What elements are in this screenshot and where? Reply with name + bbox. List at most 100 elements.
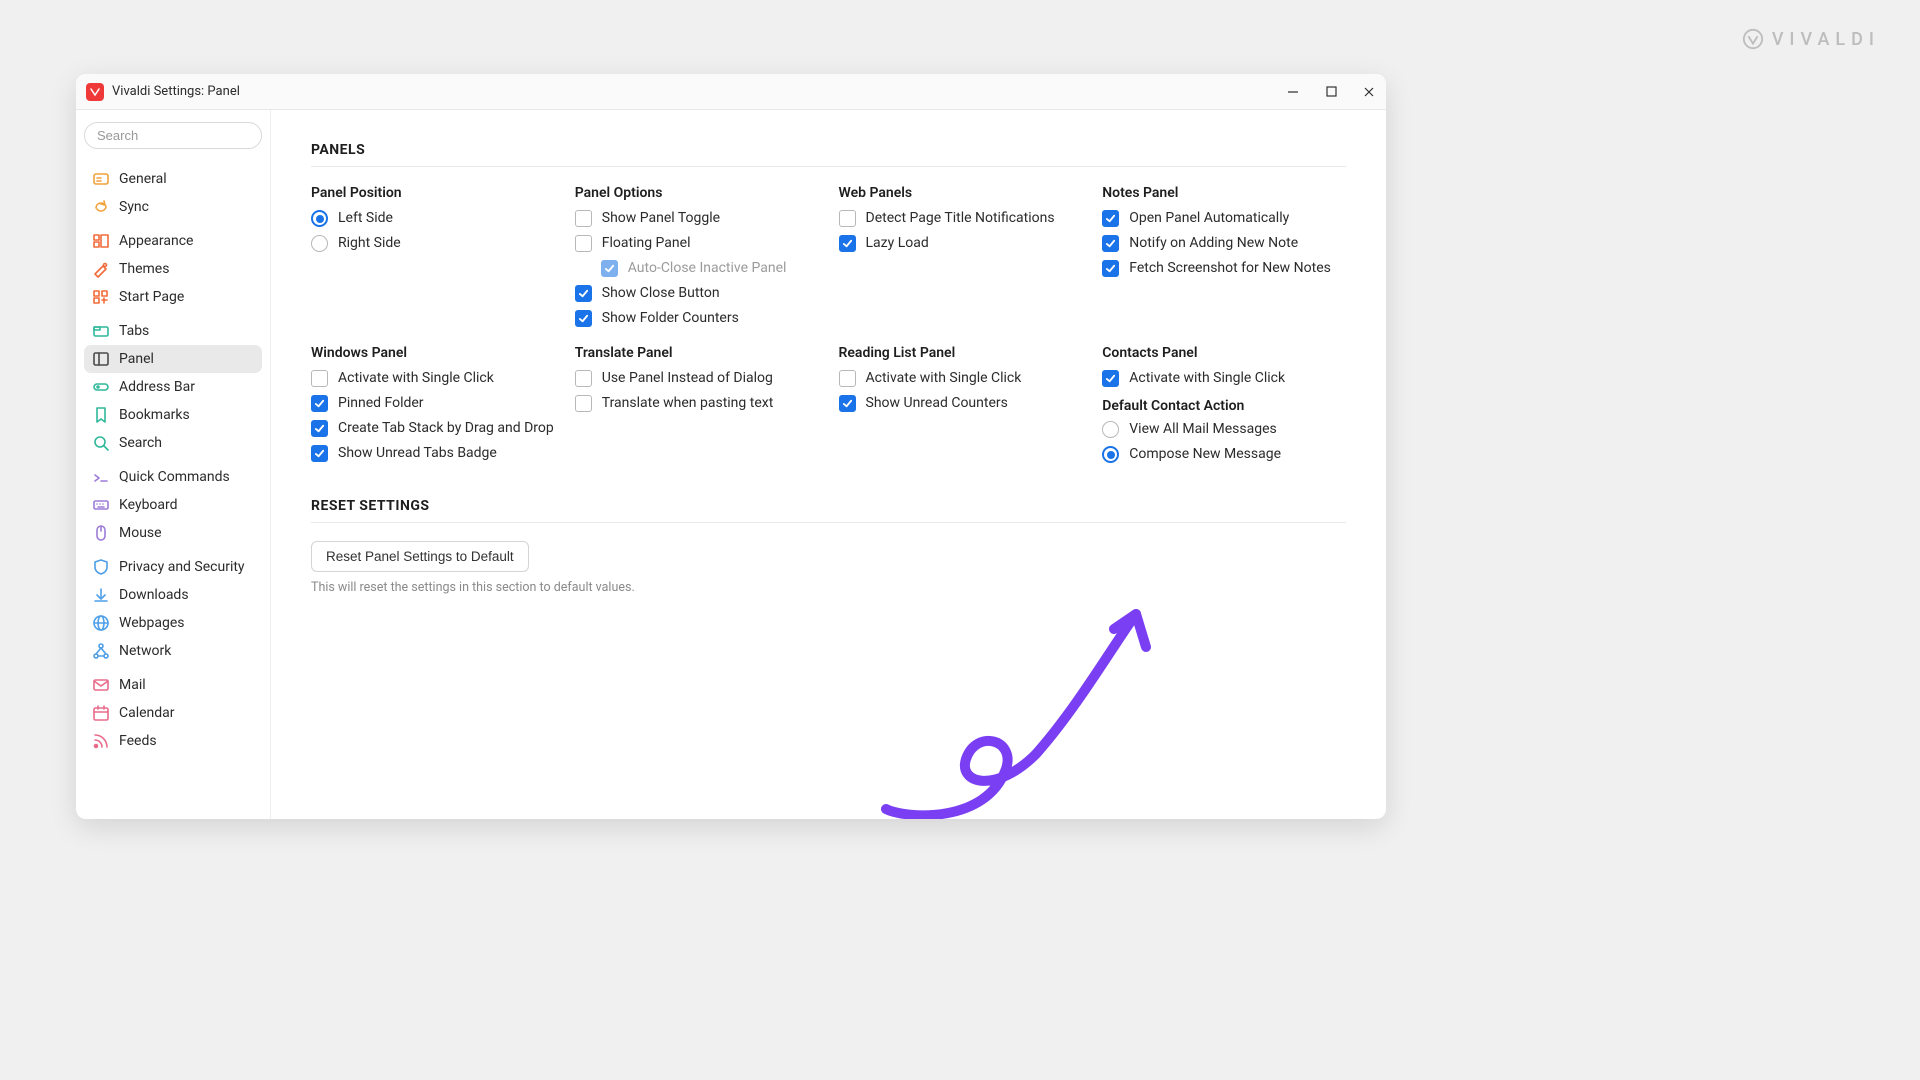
radio[interactable]	[311, 235, 328, 252]
checkbox[interactable]	[839, 235, 856, 252]
checkbox[interactable]	[311, 420, 328, 437]
option-label: Open Panel Automatically	[1129, 209, 1289, 228]
option-label: Pinned Folder	[338, 394, 424, 413]
close-button[interactable]	[1362, 85, 1376, 99]
panel-options-option: Auto-Close Inactive Panel	[601, 259, 819, 278]
radio[interactable]	[1102, 421, 1119, 438]
checkbox[interactable]	[575, 235, 592, 252]
checkbox[interactable]	[1102, 210, 1119, 227]
settings-window: Vivaldi Settings: Panel General Sync Appea…	[76, 74, 1386, 819]
mouse-icon	[92, 524, 110, 542]
downloads-icon	[92, 586, 110, 604]
checkbox[interactable]	[1102, 235, 1119, 252]
checkbox[interactable]	[575, 285, 592, 302]
group-notes-panel: Notes Panel Open Panel AutomaticallyNoti…	[1102, 185, 1346, 333]
radio[interactable]	[311, 210, 328, 227]
group-web-panels: Web Panels Detect Page Title Notificatio…	[839, 185, 1083, 333]
sidebar-item-downloads[interactable]: Downloads	[84, 581, 262, 609]
option-label: Notify on Adding New Note	[1129, 234, 1298, 253]
minimize-button[interactable]	[1286, 85, 1300, 99]
quickcmd-icon	[92, 468, 110, 486]
privacy-icon	[92, 558, 110, 576]
checkbox[interactable]	[311, 370, 328, 387]
sidebar-item-network[interactable]: Network	[84, 637, 262, 665]
maximize-button[interactable]	[1324, 85, 1338, 99]
group-contacts-panel: Contacts Panel Activate with Single Clic…	[1102, 345, 1346, 470]
windows-panel-option: Create Tab Stack by Drag and Drop	[311, 419, 555, 438]
web-panels-option: Lazy Load	[839, 234, 1083, 253]
panel-icon	[92, 350, 110, 368]
windows-panel-option: Show Unread Tabs Badge	[311, 444, 555, 463]
sidebar-item-label: Network	[119, 643, 171, 659]
sidebar-item-webpages[interactable]: Webpages	[84, 609, 262, 637]
reading-list-panel-option: Activate with Single Click	[839, 369, 1083, 388]
sync-icon	[92, 198, 110, 216]
option-label: Activate with Single Click	[866, 369, 1022, 388]
panel-options-option: Show Panel Toggle	[575, 209, 819, 228]
calendar-icon	[92, 704, 110, 722]
sidebar-item-label: Mouse	[119, 525, 162, 541]
sidebar-item-label: Privacy and Security	[119, 559, 245, 575]
checkbox[interactable]	[839, 395, 856, 412]
option-label: Use Panel Instead of Dialog	[602, 369, 773, 388]
checkbox[interactable]	[839, 370, 856, 387]
group-translate-panel: Translate Panel Use Panel Instead of Dia…	[575, 345, 819, 470]
panel-position-option: Right Side	[311, 234, 555, 253]
default-contact-action-option: View All Mail Messages	[1102, 420, 1346, 439]
group-reading-list-panel: Reading List Panel Activate with Single …	[839, 345, 1083, 470]
sidebar-item-quick-commands[interactable]: Quick Commands	[84, 463, 262, 491]
sidebar-item-sync[interactable]: Sync	[84, 193, 262, 221]
option-label: Floating Panel	[602, 234, 691, 253]
sidebar-item-label: Mail	[119, 677, 146, 693]
checkbox[interactable]	[575, 310, 592, 327]
checkbox[interactable]	[839, 210, 856, 227]
checkbox[interactable]	[311, 395, 328, 412]
sidebar-item-keyboard[interactable]: Keyboard	[84, 491, 262, 519]
mail-icon	[92, 676, 110, 694]
sidebar-item-label: Panel	[119, 351, 154, 367]
sidebar-item-search[interactable]: Search	[84, 429, 262, 457]
section-title-panels: PANELS	[311, 142, 1346, 158]
search-input[interactable]	[84, 122, 262, 149]
sidebar-item-start-page[interactable]: Start Page	[84, 283, 262, 311]
sidebar-item-mail[interactable]: Mail	[84, 671, 262, 699]
option-label: View All Mail Messages	[1129, 420, 1277, 439]
sidebar-item-appearance[interactable]: Appearance	[84, 227, 262, 255]
sidebar-item-tabs[interactable]: Tabs	[84, 317, 262, 345]
sidebar-item-mouse[interactable]: Mouse	[84, 519, 262, 547]
sidebar-item-themes[interactable]: Themes	[84, 255, 262, 283]
option-label: Show Close Button	[602, 284, 720, 303]
reset-panel-settings-button[interactable]: Reset Panel Settings to Default	[311, 541, 529, 572]
sidebar-item-calendar[interactable]: Calendar	[84, 699, 262, 727]
startpage-icon	[92, 288, 110, 306]
panel-position-option: Left Side	[311, 209, 555, 228]
sidebar-item-privacy-and-security[interactable]: Privacy and Security	[84, 553, 262, 581]
radio[interactable]	[1102, 446, 1119, 463]
checkbox[interactable]	[1102, 260, 1119, 277]
windows-panel-option: Activate with Single Click	[311, 369, 555, 388]
themes-icon	[92, 260, 110, 278]
sidebar-item-address-bar[interactable]: Address Bar	[84, 373, 262, 401]
checkbox[interactable]	[575, 210, 592, 227]
option-label: Show Panel Toggle	[602, 209, 720, 228]
checkbox[interactable]	[575, 370, 592, 387]
reset-note: This will reset the settings in this sec…	[311, 580, 1346, 595]
checkbox[interactable]	[311, 445, 328, 462]
checkbox[interactable]	[575, 395, 592, 412]
option-label: Fetch Screenshot for New Notes	[1129, 259, 1331, 278]
sidebar-item-label: Start Page	[119, 289, 184, 305]
option-label: Left Side	[338, 209, 393, 228]
checkbox[interactable]	[1102, 370, 1119, 387]
sidebar-item-panel[interactable]: Panel	[84, 345, 262, 373]
web-panels-option: Detect Page Title Notifications	[839, 209, 1083, 228]
panel-options-option: Show Folder Counters	[575, 309, 819, 328]
option-label: Activate with Single Click	[338, 369, 494, 388]
sidebar-item-label: General	[119, 171, 167, 187]
sidebar-item-general[interactable]: General	[84, 165, 262, 193]
sidebar-item-bookmarks[interactable]: Bookmarks	[84, 401, 262, 429]
sidebar-item-label: Keyboard	[119, 497, 178, 513]
window-title: Vivaldi Settings: Panel	[112, 84, 240, 99]
keyboard-icon	[92, 496, 110, 514]
sidebar-item-feeds[interactable]: Feeds	[84, 727, 262, 755]
sidebar-item-label: Search	[119, 435, 162, 451]
